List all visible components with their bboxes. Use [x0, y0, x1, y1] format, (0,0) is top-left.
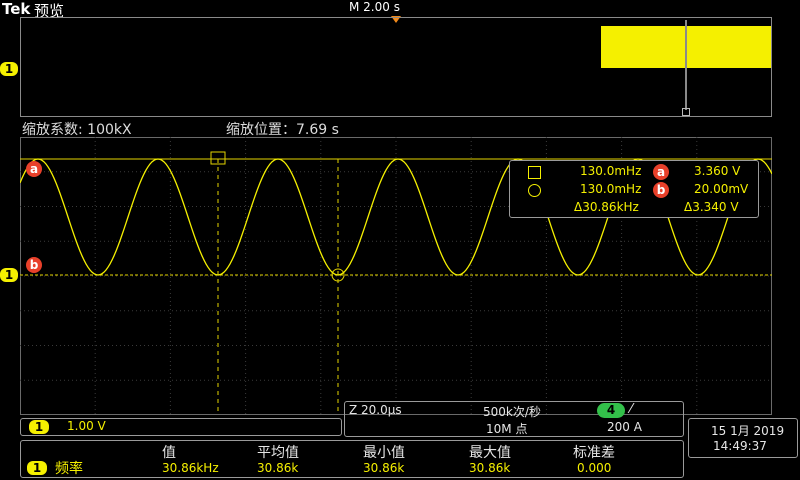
channel-1-ground-marker: 1: [0, 268, 18, 282]
trigger-level: 200 A: [607, 420, 642, 434]
cursor-b-time: 130.0mHz: [580, 182, 642, 196]
zoom-position-label: 缩放位置：7.69 s: [226, 122, 339, 138]
cursor-2-circle-icon: [528, 184, 541, 197]
measurement-header-min: 最小值: [363, 445, 405, 461]
zoom-time-per-div: Z 20.0µs: [349, 403, 402, 417]
cursor-1-square-icon: [528, 166, 541, 179]
cursor-delta-voltage: Δ3.340 V: [684, 200, 739, 214]
measurement-header-stddev: 标准差: [573, 445, 615, 461]
cursor-delta-frequency: Δ30.86kHz: [574, 200, 639, 214]
cursor-a-badge: a: [653, 164, 669, 180]
zoom-factor-label: 缩放系数: 100kX: [22, 122, 132, 138]
cursor-b-badge: b: [653, 182, 669, 198]
overview-channel-marker: 1: [0, 62, 18, 76]
cursor-a-marker: a: [26, 161, 42, 177]
trigger-source-badge: 4: [597, 403, 625, 418]
sample-rate: 500k次/秒: [483, 405, 541, 419]
cursor-a-time: 130.0mHz: [580, 164, 642, 178]
measurement-header-mean: 平均值: [257, 445, 299, 461]
channel-volts-per-div: 1.00 V: [67, 419, 106, 433]
time-label: 14:49:37: [713, 439, 767, 453]
channel-scale-box[interactable]: 1 1.00 V: [20, 418, 342, 436]
overview-window: [20, 17, 772, 117]
cursor-b-value: 20.00mV: [694, 182, 749, 196]
zoom-position-marker[interactable]: [685, 20, 687, 110]
cursor-a-value: 3.360 V: [694, 164, 741, 178]
date-label: 15 1月 2019: [711, 424, 785, 438]
datetime-box[interactable]: 15 1月 2019 14:49:37: [688, 418, 798, 458]
measurement-max: 30.86k: [469, 461, 511, 475]
record-length: 10M 点: [486, 422, 528, 436]
measurement-min: 30.86k: [363, 461, 405, 475]
measurement-channel-badge: 1: [27, 461, 47, 475]
timebase-label: M 2.00 s: [349, 0, 400, 14]
cursor-b-marker: b: [26, 257, 42, 273]
measurement-name: 频率: [55, 461, 83, 477]
measurement-header-max: 最大值: [469, 445, 511, 461]
measurement-header-value: 值: [162, 445, 176, 461]
channel-badge: 1: [29, 420, 49, 434]
trigger-slope-icon: ⁄: [630, 402, 633, 417]
measurement-mean: 30.86k: [257, 461, 299, 475]
measurement-value: 30.86kHz: [162, 461, 219, 475]
cursor-readout-panel: 130.0mHz a 3.360 V 130.0mHz b 20.00mV Δ3…: [509, 160, 759, 218]
measurement-stddev: 0.000: [577, 461, 612, 475]
measurement-panel[interactable]: 值 平均值 最小值 最大值 标准差 1 频率 30.86kHz 30.86k 3…: [20, 440, 684, 478]
horizontal-settings-box[interactable]: Z 20.0µs 500k次/秒 10M 点 4 ⁄ 200 A: [344, 401, 684, 437]
zoom-position-handle[interactable]: [682, 108, 690, 116]
brand-logo: Tek: [2, 0, 31, 18]
